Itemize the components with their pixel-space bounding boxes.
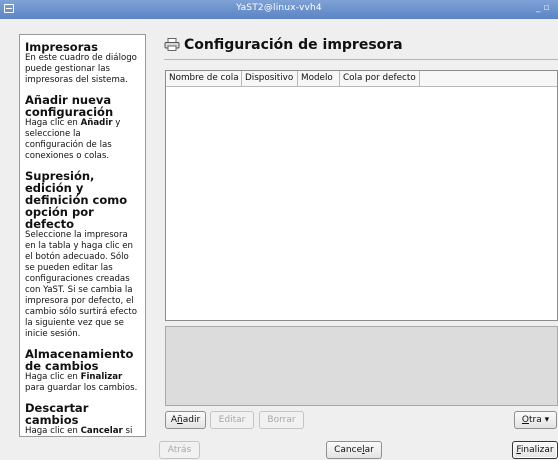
help-text: Haga clic en Finalizar para guardar los … xyxy=(25,372,138,393)
window-title: YaST2@linux-vvh4 xyxy=(236,3,322,13)
help-heading: Almacenamiento de cambios xyxy=(25,347,134,373)
title-divider xyxy=(164,59,558,60)
window-titlebar: YaST2@linux-vvh4 _ ▫ xyxy=(0,0,558,19)
finish-button[interactable]: Finalizar xyxy=(512,441,558,459)
help-heading: Impresoras xyxy=(25,40,98,54)
help-section-save: Almacenamiento de cambios Haga clic en F… xyxy=(25,348,141,394)
help-heading: Descartar cambios xyxy=(25,401,89,427)
column-header-device[interactable]: Dispositivo xyxy=(242,71,298,86)
help-section-add: Añadir nueva configuración Haga clic en … xyxy=(25,94,141,162)
cancel-button[interactable]: Cancelar xyxy=(326,441,382,459)
help-text: En este cuadro de diálogo puede gestiona… xyxy=(25,53,137,85)
help-text: Seleccione la impresora en la tabla y ha… xyxy=(25,230,138,339)
delete-button[interactable]: Borrar xyxy=(259,411,304,429)
column-header-queue-name[interactable]: Nombre de cola xyxy=(166,71,242,86)
details-panel xyxy=(165,326,558,406)
help-heading: Supresión, edición y definición como opc… xyxy=(25,169,128,231)
column-header-default-queue[interactable]: Cola por defecto xyxy=(340,71,420,86)
help-text: Haga clic en Cancelar si no desea guarda… xyxy=(25,426,133,436)
help-section-printers: Impresoras En este cuadro de diálogo pue… xyxy=(25,41,141,86)
table-header: Nombre de cola Dispositivo Modelo Cola p… xyxy=(166,71,557,87)
help-panel: Impresoras En este cuadro de diálogo pue… xyxy=(19,34,146,437)
page-title: Configuración de impresora xyxy=(184,37,403,53)
add-button[interactable]: Añadir xyxy=(165,411,206,429)
other-dropdown-button[interactable]: Otra ▾ xyxy=(514,411,557,429)
edit-button[interactable]: Editar xyxy=(210,411,254,429)
window-controls[interactable]: _ ▫ xyxy=(536,3,549,13)
help-text: Haga clic en Añadir y seleccione la conf… xyxy=(25,118,121,161)
help-heading: Añadir nueva configuración xyxy=(25,93,114,119)
printer-table[interactable]: Nombre de cola Dispositivo Modelo Cola p… xyxy=(165,70,558,321)
help-section-delete-edit: Supresión, edición y definición como opc… xyxy=(25,170,141,340)
column-header-model[interactable]: Modelo xyxy=(298,71,340,86)
help-section-discard: Descartar cambios Haga clic en Cancelar … xyxy=(25,401,141,436)
back-button[interactable]: Atrás xyxy=(159,441,200,459)
